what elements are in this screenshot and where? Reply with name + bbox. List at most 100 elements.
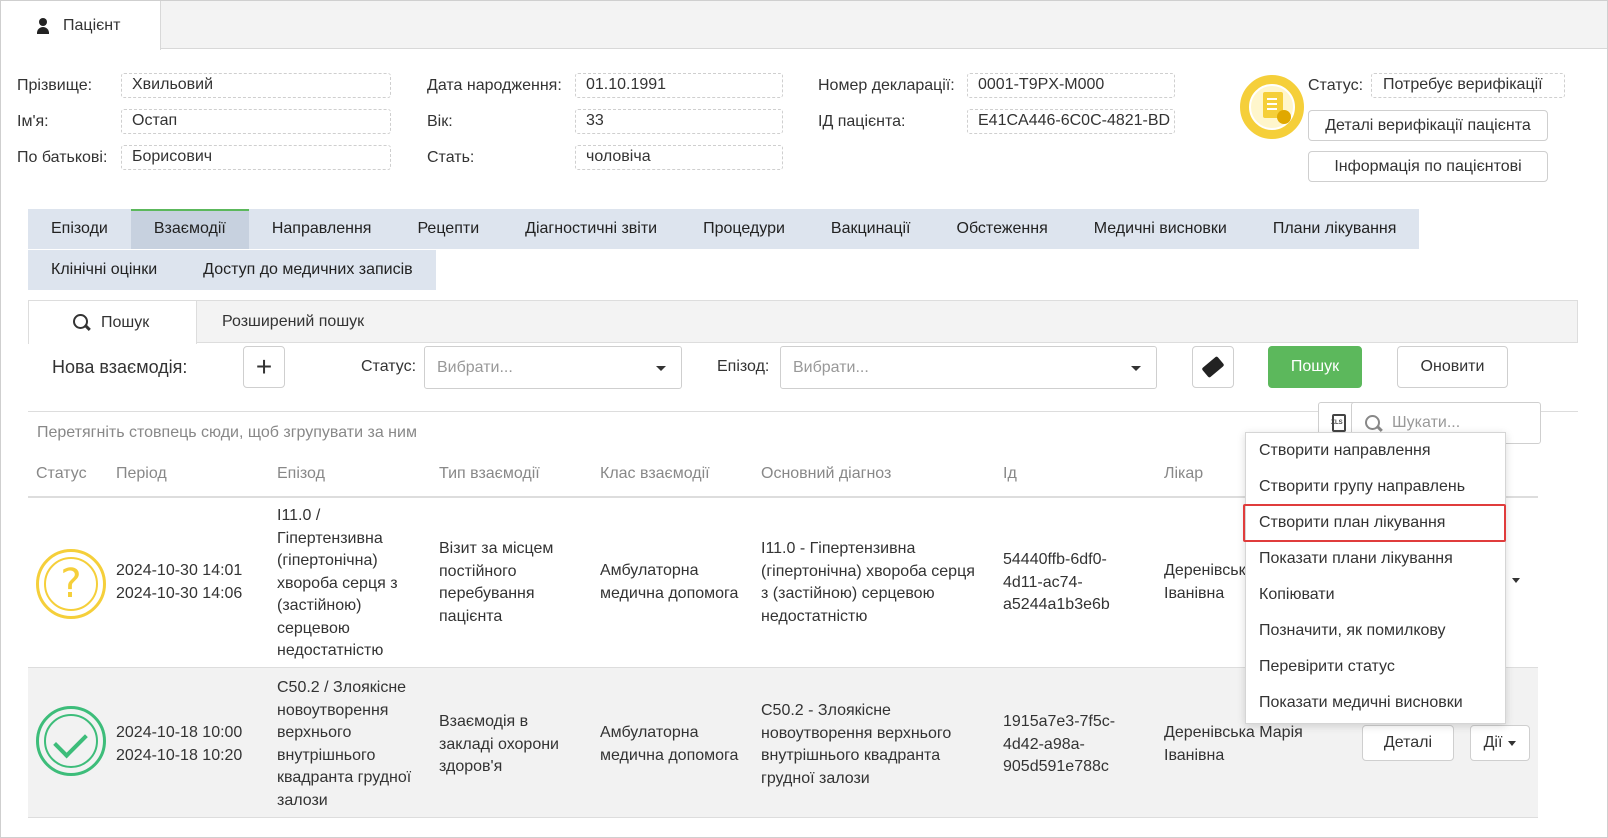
- search-button[interactable]: Пошук: [1268, 346, 1362, 388]
- patronymic-field: Борисович: [121, 145, 391, 170]
- menu-item-show-treatment-plans[interactable]: Показати плани лікування: [1246, 541, 1505, 577]
- grid-search-placeholder: Шукати...: [1392, 414, 1461, 431]
- chevron-down-icon[interactable]: [1512, 578, 1520, 583]
- diagnosis-cell: C50.2 - Злоякісне новоутворення верхнього…: [761, 702, 952, 787]
- id-cell: 54440ffb-6df0- 4d11-ac74- a5244a1b3e6b: [1003, 551, 1110, 613]
- name-label: Ім'я:: [17, 113, 49, 130]
- chevron-down-icon: [1131, 366, 1141, 371]
- add-interaction-button[interactable]: +: [243, 346, 285, 388]
- main-tabs-row-1: Епізоди Взаємодії Направлення Рецепти Ді…: [28, 209, 1420, 249]
- group-hint: Перетягніть стовпець сюди, щоб згрупуват…: [37, 424, 417, 441]
- tab-referrals[interactable]: Направлення: [249, 209, 395, 249]
- menu-item-mark-erroneous[interactable]: Позначити, як помилкову: [1246, 613, 1505, 649]
- tab-vaccinations[interactable]: Вакцинації: [808, 209, 934, 249]
- actions-button[interactable]: Дії: [1470, 725, 1530, 761]
- diagnosis-cell: I11.0 - Гіпертензивна (гіпертонічна) хвор…: [761, 540, 975, 625]
- tab-diagnostic-reports[interactable]: Діагностичні звіти: [502, 209, 680, 249]
- menu-item-check-status[interactable]: Перевірити статус: [1246, 649, 1505, 685]
- patient-tab-label: Пацієнт: [63, 16, 121, 34]
- actions-button-label: Дії: [1483, 734, 1503, 751]
- type-cell: Взаємодія в закладі охорони здоров'я: [439, 713, 559, 775]
- search-icon: [73, 313, 91, 332]
- xlsx-icon: [1331, 414, 1346, 432]
- status-filter-label: Статус:: [361, 358, 417, 375]
- chevron-down-icon: [1508, 740, 1517, 746]
- period-cell: 2024-10-30 14:01 2024-10-30 14:06: [116, 562, 243, 602]
- tab-medical-records-access[interactable]: Доступ до медичних записів: [180, 250, 435, 290]
- age-field: 33: [575, 109, 783, 134]
- top-tab-strip: [1, 1, 1607, 49]
- class-cell: Амбулаторна медична допомога: [600, 724, 739, 764]
- doctor-cell: Деренівськ Іванівна: [1164, 562, 1246, 602]
- period-cell: 2024-10-18 10:00 2024-10-18 10:20: [116, 724, 243, 764]
- filter-row: Нова взаємодія: + Статус: Вибрати... Епі…: [28, 343, 1578, 411]
- details-button[interactable]: Деталі: [1362, 725, 1454, 761]
- menu-item-create-treatment-plan[interactable]: Створити план лікування: [1246, 505, 1505, 541]
- status-select-placeholder: Вибрати...: [437, 358, 513, 376]
- tab-examinations[interactable]: Обстеження: [934, 209, 1071, 249]
- plus-icon: +: [255, 351, 273, 382]
- tab-treatment-plans[interactable]: Плани лікування: [1250, 209, 1420, 249]
- tab-prescriptions[interactable]: Рецепти: [394, 209, 502, 249]
- actions-dropdown-menu: Створити направлення Створити групу напр…: [1245, 432, 1506, 724]
- patronymic-label: По батькові:: [17, 149, 108, 166]
- tab-interactions[interactable]: Взаємодії: [130, 209, 249, 249]
- column-header-episode[interactable]: Епізод: [277, 465, 325, 497]
- subtab-advanced-search[interactable]: Розширений пошук: [222, 300, 364, 344]
- declaration-field: 0001-T9PX-M000: [967, 73, 1175, 98]
- clear-filters-button[interactable]: [1192, 346, 1234, 388]
- patient-info-button[interactable]: Інформація по пацієнтові: [1308, 151, 1548, 182]
- column-header-status[interactable]: Статус: [36, 465, 87, 497]
- patient-tab[interactable]: Пацієнт: [1, 1, 161, 50]
- column-header-type[interactable]: Тип взаємодії: [439, 465, 540, 497]
- status-label: Статус:: [1308, 77, 1364, 94]
- subtab-search[interactable]: Пошук: [28, 300, 197, 344]
- status-select[interactable]: Вибрати...: [424, 346, 682, 389]
- chevron-down-icon: [656, 366, 666, 371]
- surname-label: Прізвище:: [17, 77, 93, 94]
- declaration-label: Номер декларації:: [818, 77, 955, 94]
- subtab-search-label: Пошук: [101, 313, 150, 331]
- column-header-diagnosis[interactable]: Основний діагноз: [761, 465, 891, 497]
- verification-details-button[interactable]: Деталі верифікації пацієнта: [1308, 110, 1548, 141]
- episode-filter-label: Епізод:: [717, 358, 770, 375]
- column-header-id[interactable]: Ід: [1003, 465, 1017, 497]
- person-icon: [37, 17, 49, 34]
- menu-item-create-referral[interactable]: Створити направлення: [1246, 433, 1505, 469]
- birth-field: 01.10.1991: [575, 73, 783, 98]
- check-icon: [36, 706, 106, 776]
- doctor-cell: Деренівська Марія Іванівна: [1164, 724, 1303, 764]
- column-header-period[interactable]: Період: [116, 465, 167, 497]
- menu-item-create-referral-group[interactable]: Створити групу направлень: [1246, 469, 1505, 505]
- menu-item-copy[interactable]: Копіювати: [1246, 577, 1505, 613]
- question-icon: ?: [36, 549, 106, 619]
- episode-select-placeholder: Вибрати...: [793, 358, 869, 376]
- status-field: Потребує верифікації: [1371, 73, 1565, 98]
- eraser-icon: [1201, 355, 1225, 379]
- new-interaction-label: Нова взаємодія:: [52, 357, 188, 377]
- column-header-class[interactable]: Клас взаємодії: [600, 465, 710, 497]
- verification-document-icon: [1240, 75, 1304, 139]
- age-label: Вік:: [427, 113, 453, 130]
- episode-cell: C50.2 / Злоякісне новоутворення верхнього в…: [277, 679, 412, 809]
- menu-item-show-medical-conclusions[interactable]: Показати медичні висновки: [1246, 685, 1505, 721]
- search-icon: [1365, 415, 1383, 433]
- id-cell: 1915a7e3-7f5c- 4d42-a98a- 905d591e788c: [1003, 713, 1116, 775]
- tab-episodes[interactable]: Епізоди: [28, 209, 131, 249]
- tab-procedures[interactable]: Процедури: [680, 209, 808, 249]
- sex-label: Стать:: [427, 149, 475, 166]
- column-header-doctor[interactable]: Лікар: [1164, 465, 1203, 497]
- search-subtabs: Пошук Розширений пошук: [28, 300, 1578, 344]
- episode-select[interactable]: Вибрати...: [780, 346, 1157, 389]
- name-field: Остап: [121, 109, 391, 134]
- patient-id-field: E41CA446-6C0C-4821-BD: [967, 109, 1175, 134]
- surname-field: Хвильовий: [121, 73, 391, 98]
- patient-id-label: ІД пацієнта:: [818, 113, 906, 130]
- main-tabs-row-2: Клінічні оцінки Доступ до медичних запис…: [28, 250, 436, 290]
- refresh-button[interactable]: Оновити: [1397, 346, 1508, 388]
- tab-clinical-assessments[interactable]: Клінічні оцінки: [28, 250, 180, 290]
- sex-field: чоловіча: [575, 145, 783, 170]
- tab-medical-conclusions[interactable]: Медичні висновки: [1071, 209, 1250, 249]
- class-cell: Амбулаторна медична допомога: [600, 562, 739, 602]
- episode-cell: I11.0 /Гіпертензивна (гіпертонічна) хвороб…: [277, 507, 398, 659]
